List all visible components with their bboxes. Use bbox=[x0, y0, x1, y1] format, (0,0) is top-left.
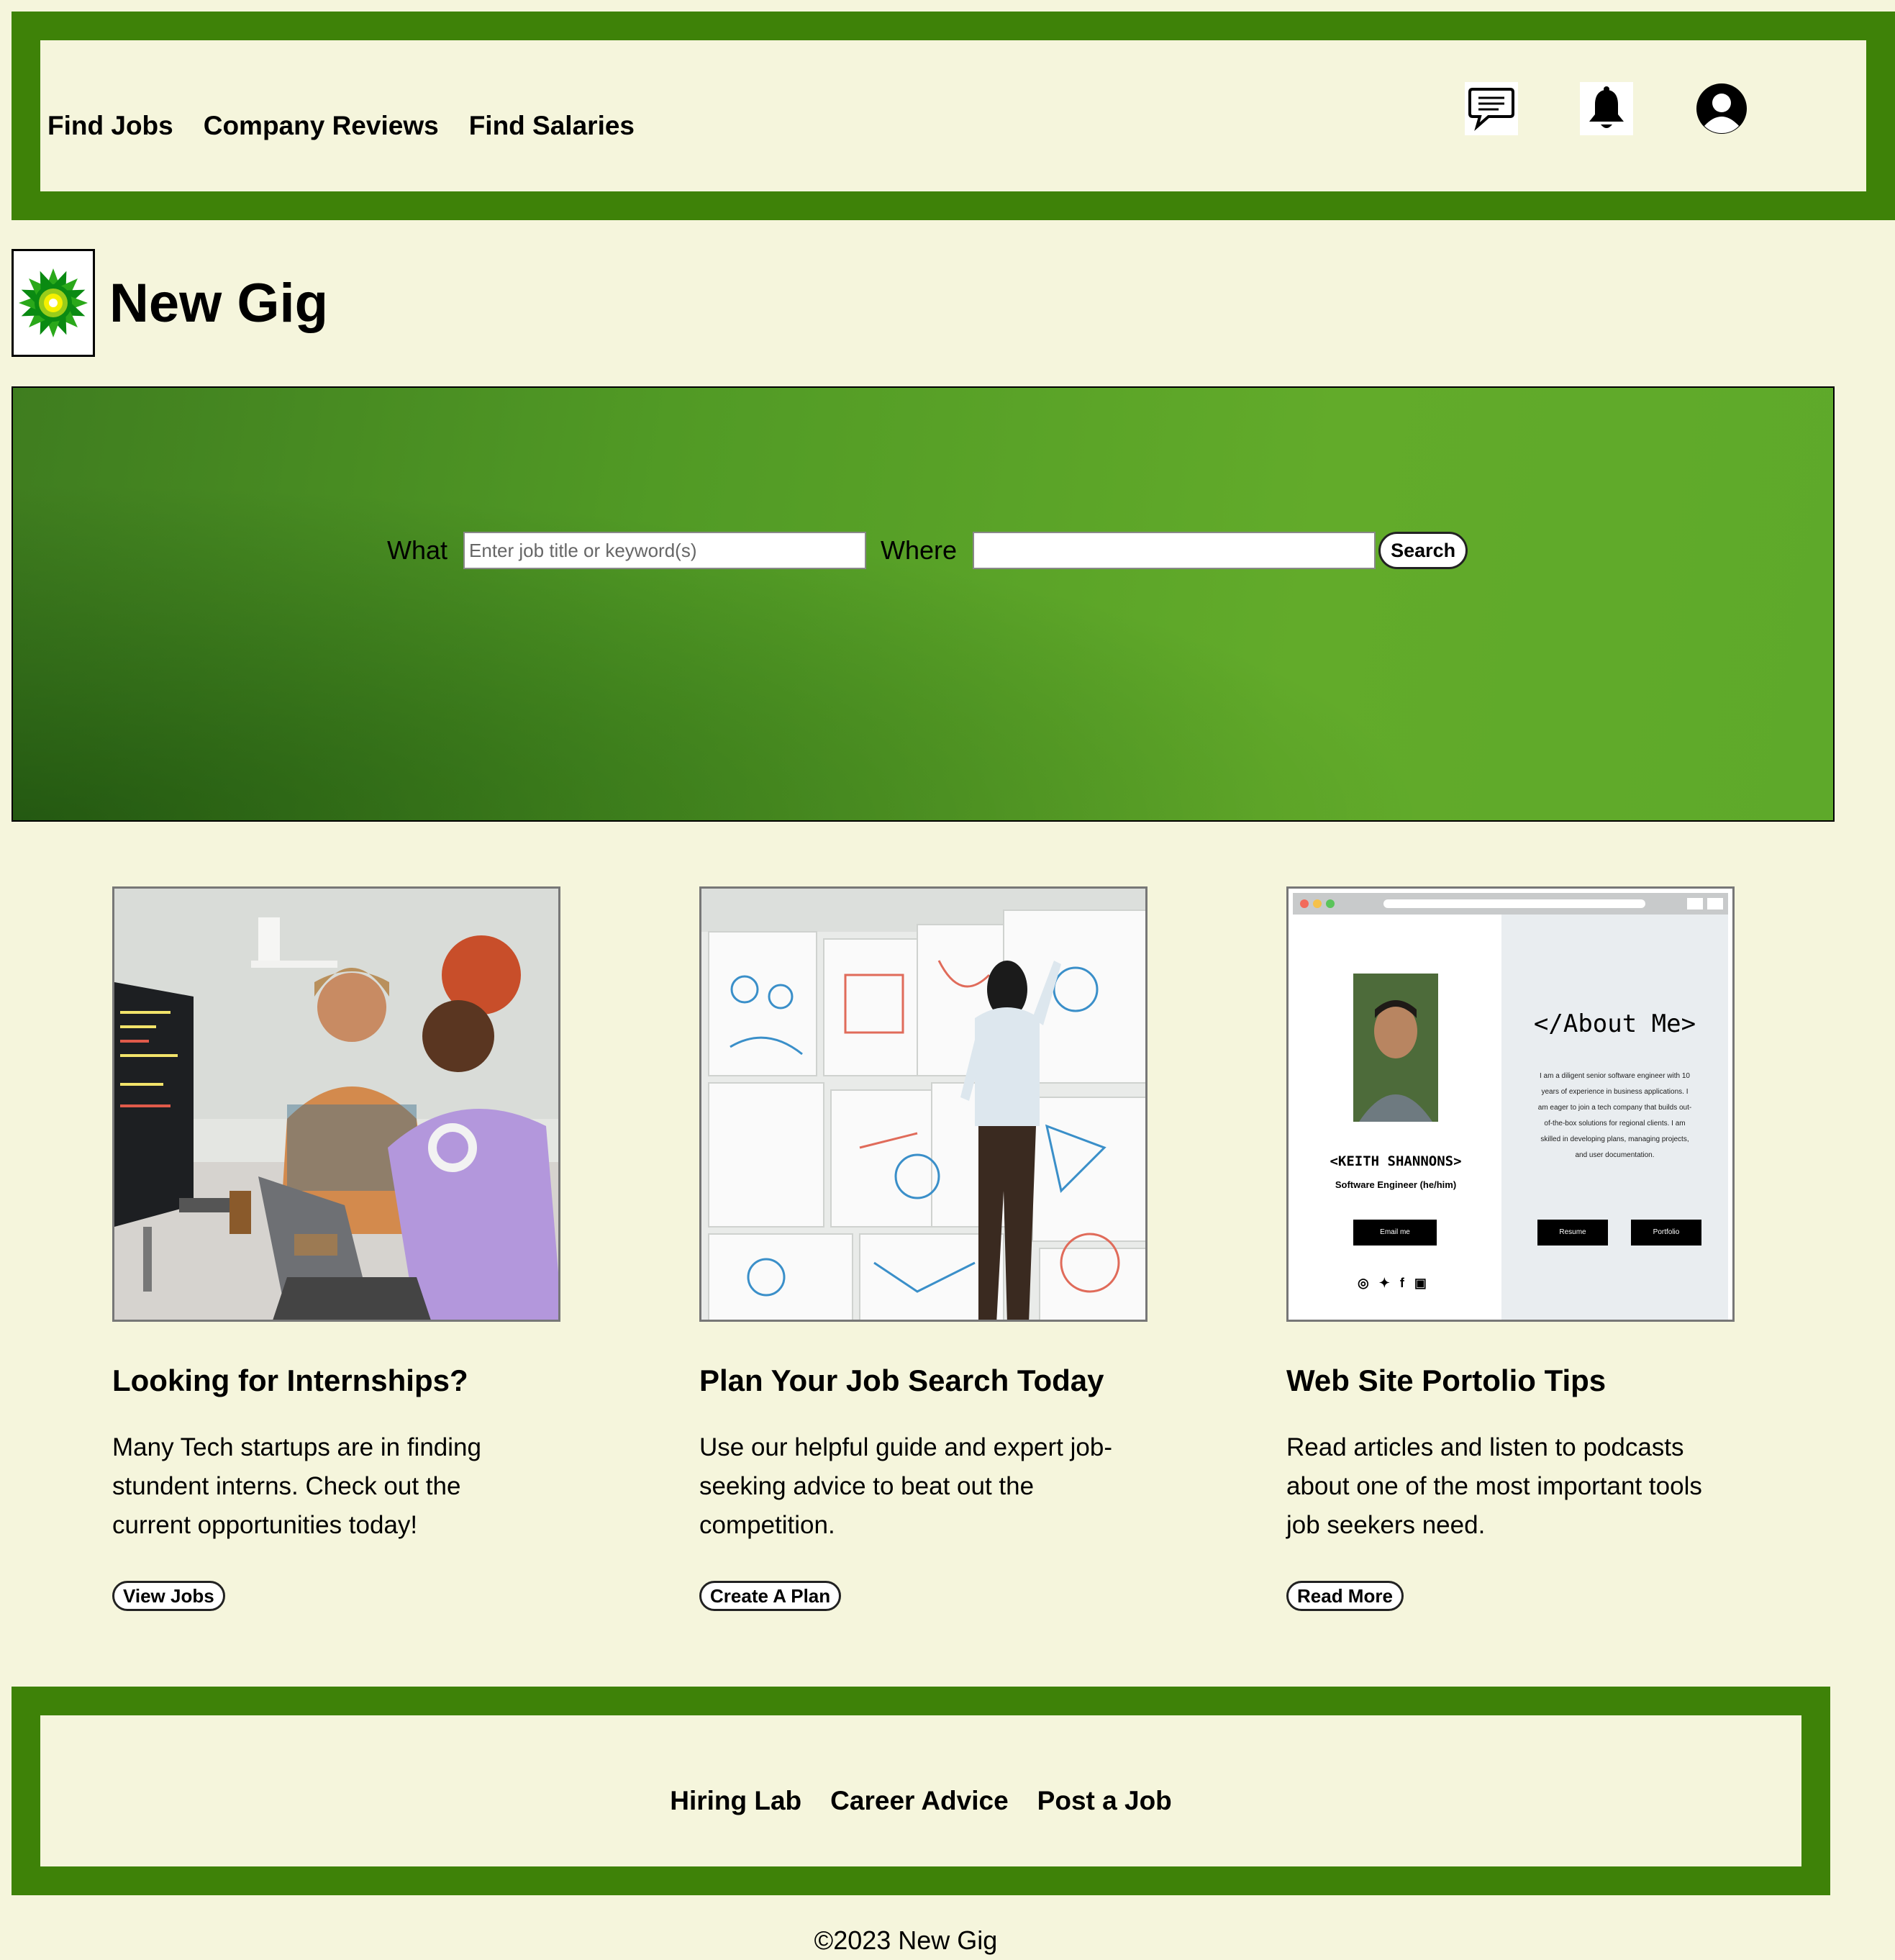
bell-icon[interactable] bbox=[1580, 82, 1633, 135]
nav-company-reviews[interactable]: Company Reviews bbox=[204, 111, 439, 141]
copyright: ©2023 New Gig bbox=[814, 1925, 998, 1955]
footer-nav: Hiring Lab Career Advice Post a Job bbox=[40, 1786, 1801, 1816]
about-heading: </About Me> bbox=[1533, 1010, 1696, 1038]
view-jobs-button[interactable]: View Jobs bbox=[112, 1581, 225, 1611]
where-label: Where bbox=[881, 535, 958, 565]
footer-career-advice[interactable]: Career Advice bbox=[830, 1786, 1009, 1816]
card-image-portfolio-mock: <KEITH SHANNONS> Software Engineer (he/h… bbox=[1286, 886, 1735, 1322]
close-dot-icon bbox=[1300, 899, 1309, 908]
hero-banner: What Where Search bbox=[12, 386, 1835, 822]
footer-hiring-lab[interactable]: Hiring Lab bbox=[670, 1786, 801, 1816]
card-title: Plan Your Job Search Today bbox=[699, 1364, 1104, 1397]
browser-bar bbox=[1293, 893, 1728, 915]
card-job-search-plan: Plan Your Job Search Today Use our helpf… bbox=[699, 886, 1149, 1611]
footer-post-a-job[interactable]: Post a Job bbox=[1037, 1786, 1172, 1816]
mock-role: Software Engineer (he/him) bbox=[1335, 1179, 1457, 1190]
where-input[interactable] bbox=[973, 532, 1376, 569]
card-text: Read articles and listen to podcasts abo… bbox=[1286, 1433, 1702, 1539]
site-title: New Gig bbox=[109, 272, 329, 334]
top-header: Find Jobs Company Reviews Find Salaries bbox=[12, 12, 1895, 220]
brand: New Gig bbox=[12, 249, 328, 357]
address-bar bbox=[1383, 899, 1645, 908]
what-label: What bbox=[387, 535, 448, 565]
user-icon[interactable] bbox=[1695, 82, 1748, 135]
tab-icon bbox=[1707, 898, 1723, 909]
card-title: Looking for Internships? bbox=[112, 1364, 468, 1397]
twitter-icon: ✦ bbox=[1378, 1276, 1390, 1290]
card-internships: Looking for Internships? Many Tech start… bbox=[112, 886, 562, 1611]
card-text: Many Tech startups are in finding stunde… bbox=[112, 1433, 481, 1539]
create-plan-button[interactable]: Create A Plan bbox=[699, 1581, 842, 1611]
linkedin-icon: ▣ bbox=[1414, 1276, 1427, 1290]
card-portfolio-tips: <KEITH SHANNONS> Software Engineer (he/h… bbox=[1286, 886, 1736, 1611]
facebook-icon: f bbox=[1399, 1276, 1404, 1290]
minimize-dot-icon bbox=[1313, 899, 1322, 908]
resume-button: Resume bbox=[1537, 1220, 1608, 1246]
search-form: What Where Search bbox=[387, 532, 1468, 569]
about-text: I am a diligent senior software engineer… bbox=[1537, 1072, 1692, 1159]
nav-find-jobs[interactable]: Find Jobs bbox=[47, 111, 173, 141]
email-me-button: Email me bbox=[1353, 1220, 1437, 1246]
nav-find-salaries[interactable]: Find Salaries bbox=[469, 111, 635, 141]
chat-icon[interactable] bbox=[1465, 82, 1518, 135]
instagram-icon: ◎ bbox=[1358, 1276, 1369, 1290]
social-icons: ◎ ✦ f ▣ bbox=[1358, 1276, 1427, 1291]
maximize-dot-icon bbox=[1326, 899, 1335, 908]
card-image-whiteboard bbox=[699, 886, 1148, 1322]
read-more-button[interactable]: Read More bbox=[1286, 1581, 1404, 1611]
main-nav: Find Jobs Company Reviews Find Salaries bbox=[47, 111, 635, 141]
card-title: Web Site Portolio Tips bbox=[1286, 1364, 1607, 1397]
footer-bar: Hiring Lab Career Advice Post a Job bbox=[12, 1687, 1830, 1895]
sunflower-logo[interactable] bbox=[12, 249, 95, 357]
portfolio-button: Portfolio bbox=[1631, 1220, 1701, 1246]
card-image-office bbox=[112, 886, 560, 1322]
search-button[interactable]: Search bbox=[1378, 532, 1468, 569]
profile-photo bbox=[1353, 974, 1438, 1122]
tab-icon bbox=[1687, 898, 1703, 909]
mock-name: <KEITH SHANNONS> bbox=[1330, 1153, 1462, 1169]
card-text: Use our helpful guide and expert job-see… bbox=[699, 1433, 1112, 1539]
what-input[interactable] bbox=[463, 532, 867, 569]
